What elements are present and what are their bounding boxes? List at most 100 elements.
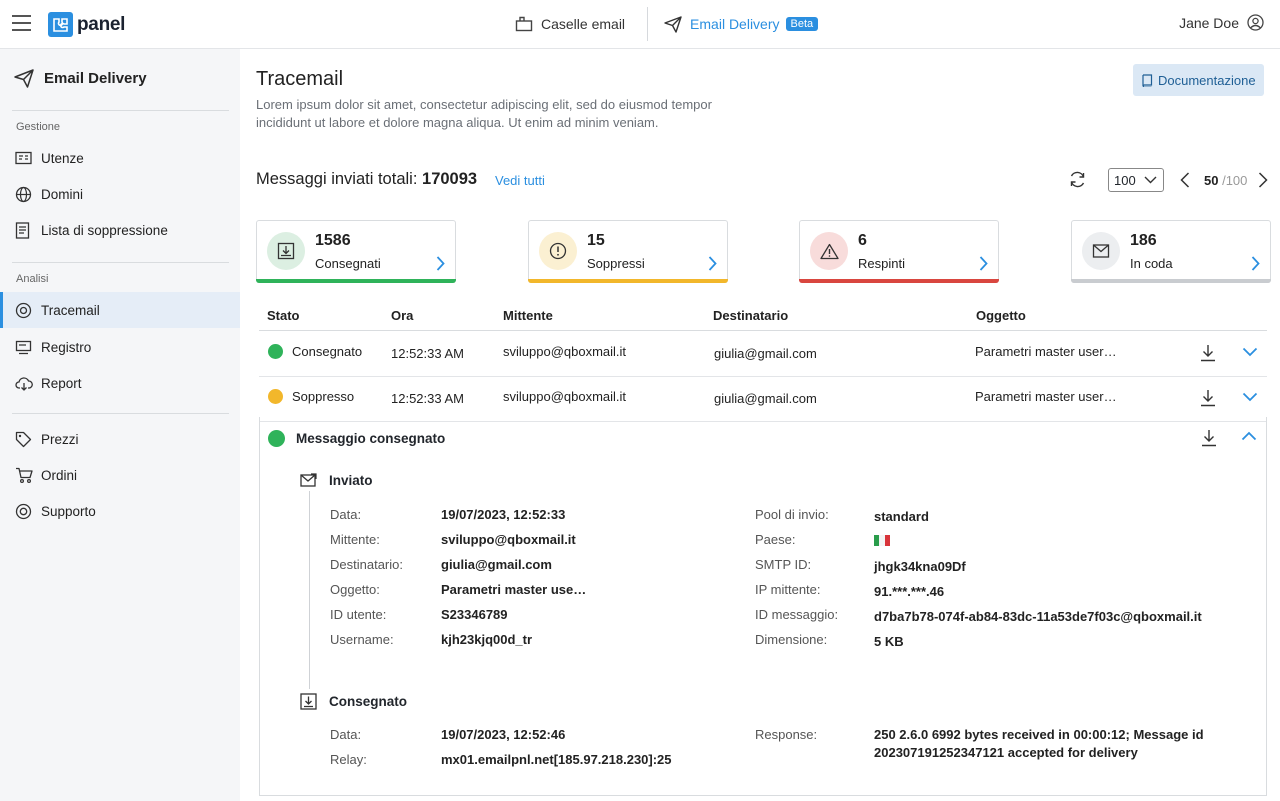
sidebar-item-label: Utenze bbox=[41, 150, 84, 166]
nav-mailboxes-label: Caselle email bbox=[541, 16, 626, 32]
sidebar-item-label: Ordini bbox=[41, 467, 78, 483]
chevron-right-icon bbox=[708, 256, 717, 271]
table-header: Stato Ora Mittente Destinatario Oggetto bbox=[259, 301, 1267, 331]
download-icon[interactable] bbox=[1200, 389, 1216, 407]
cloud-download-icon bbox=[15, 376, 33, 391]
column-header-sender[interactable]: Mittente bbox=[503, 308, 553, 323]
download-icon[interactable] bbox=[1200, 344, 1216, 362]
sidebar-item-domini[interactable]: Domini bbox=[0, 176, 240, 212]
chevron-up-icon[interactable] bbox=[1241, 431, 1257, 441]
field-value: kjh23kjq00d_tr bbox=[441, 632, 533, 647]
sidebar-title-label: Email Delivery bbox=[44, 70, 147, 87]
chevron-down-icon bbox=[1144, 176, 1157, 184]
logo-icon bbox=[48, 12, 73, 37]
table-row[interactable]: Consegnato 12:52:33 AM sviluppo@qboxmail… bbox=[259, 332, 1267, 377]
chevron-right-icon bbox=[1251, 256, 1260, 271]
menu-icon[interactable] bbox=[12, 15, 31, 31]
card-label: Soppressi bbox=[587, 256, 645, 271]
field-label: Username: bbox=[330, 632, 394, 647]
inbox-download-icon bbox=[300, 693, 317, 710]
card-status-bar bbox=[256, 279, 456, 283]
status-dot bbox=[268, 389, 283, 404]
card-delivered[interactable]: 1586 Consegnati bbox=[256, 220, 456, 283]
logo[interactable]: panel bbox=[48, 12, 125, 37]
exclamation-circle-icon bbox=[539, 232, 577, 270]
card-suppressed[interactable]: 15 Soppressi bbox=[528, 220, 728, 283]
logo-text: panel bbox=[77, 13, 126, 35]
detail-header[interactable]: Messaggio consegnato bbox=[268, 430, 445, 447]
refresh-icon[interactable] bbox=[1068, 170, 1087, 189]
mail-send-icon bbox=[300, 473, 317, 488]
sidebar-item-tracemail[interactable]: Tracemail bbox=[0, 292, 240, 328]
field-value: giulia@gmail.com bbox=[441, 557, 552, 572]
field-label: Relay: bbox=[330, 752, 367, 767]
row-time: 12:52:33 AM bbox=[391, 391, 464, 406]
user-menu[interactable]: Jane Doe bbox=[1179, 14, 1264, 31]
row-recipient: giulia@gmail.com bbox=[714, 346, 817, 361]
chevron-down-icon[interactable] bbox=[1242, 347, 1258, 357]
sidebar-item-supporto[interactable]: Supporto bbox=[0, 493, 240, 529]
total-pages: /100 bbox=[1222, 173, 1248, 188]
column-header-time[interactable]: Ora bbox=[391, 308, 413, 323]
chevron-down-icon[interactable] bbox=[1242, 392, 1258, 402]
delivered-details-right: Response: 250 2.6.0 6992 bytes received … bbox=[755, 726, 1255, 771]
step-delivered-title: Consegnato bbox=[329, 694, 408, 709]
sidebar-item-utenze[interactable]: Utenze bbox=[0, 140, 240, 176]
timeline-line bbox=[309, 491, 310, 689]
row-subject: Parametri master user… bbox=[975, 344, 1117, 359]
field-label: Response: bbox=[755, 727, 818, 742]
section-label-analisi: Analisi bbox=[16, 273, 49, 285]
sidebar-item-report[interactable]: Report bbox=[0, 365, 240, 401]
card-queued[interactable]: 186 In coda bbox=[1071, 220, 1271, 283]
row-status: Soppresso bbox=[268, 389, 354, 404]
row-time: 12:52:33 AM bbox=[391, 346, 464, 361]
column-header-status[interactable]: Stato bbox=[267, 308, 300, 323]
prev-page-icon[interactable] bbox=[1180, 172, 1190, 188]
response-line-2: 202307191252347121 accepted for delivery bbox=[874, 745, 1138, 760]
lifebuoy-icon bbox=[15, 503, 33, 520]
top-bar: panel Caselle email Email Delivery Beta … bbox=[0, 0, 1280, 49]
view-all-link[interactable]: Vedi tutti bbox=[495, 173, 545, 188]
row-subject: Parametri master user… bbox=[975, 389, 1117, 404]
step-delivered: Consegnato bbox=[300, 693, 407, 710]
nav-email-delivery[interactable]: Email Delivery Beta bbox=[664, 15, 819, 33]
sidebar-item-registro[interactable]: Registro bbox=[0, 329, 240, 365]
total-messages: Messaggi inviati totali: 170093 bbox=[256, 170, 477, 189]
pager-status: 50 /100 bbox=[1204, 173, 1247, 188]
field-label: Data: bbox=[330, 507, 362, 522]
card-label: Consegnati bbox=[315, 256, 381, 271]
field-label: SMTP ID: bbox=[755, 557, 812, 572]
user-avatar-icon bbox=[1247, 14, 1264, 31]
card-label: Respinti bbox=[858, 256, 905, 271]
card-label: In coda bbox=[1130, 256, 1173, 271]
next-page-icon[interactable] bbox=[1258, 172, 1268, 188]
field-value: mx01.emailpnl.net[185.97.218.230]:25 bbox=[441, 752, 672, 767]
mail-clock-icon bbox=[1082, 232, 1120, 270]
sidebar-divider bbox=[12, 110, 229, 111]
download-icon[interactable] bbox=[1201, 429, 1217, 447]
documentation-button[interactable]: Documentazione bbox=[1133, 64, 1264, 96]
per-page-select[interactable]: 100 bbox=[1108, 168, 1164, 192]
nav-email-delivery-label: Email Delivery bbox=[690, 16, 780, 32]
sidebar-item-label: Lista di soppressione bbox=[41, 222, 168, 238]
field-label: Mittente: bbox=[330, 532, 380, 547]
nav-mailboxes[interactable]: Caselle email bbox=[515, 16, 625, 32]
sidebar-item-lista-soppressione[interactable]: Lista di soppressione bbox=[0, 212, 240, 248]
sent-details-left: Data: 19/07/2023, 12:52:33 Mittente: svi… bbox=[330, 506, 730, 647]
message-detail-panel: Messaggio consegnato Inviato Data: 19/07… bbox=[259, 417, 1267, 796]
field-value: Parametri master use… bbox=[441, 582, 587, 597]
sidebar-item-label: Prezzi bbox=[41, 431, 79, 447]
card-status-bar bbox=[799, 279, 999, 283]
sidebar-item-label: Report bbox=[41, 375, 82, 391]
card-status-bar bbox=[1071, 279, 1271, 283]
card-bounced[interactable]: 6 Respinti bbox=[799, 220, 999, 283]
column-header-recipient[interactable]: Destinatario bbox=[713, 308, 788, 323]
chevron-right-icon bbox=[979, 256, 988, 271]
column-header-subject[interactable]: Oggetto bbox=[976, 308, 1026, 323]
sidebar-item-ordini[interactable]: Ordini bbox=[0, 457, 240, 493]
field-label: ID utente: bbox=[330, 607, 387, 622]
nav-divider bbox=[647, 7, 649, 41]
table-row[interactable]: Soppresso 12:52:33 AM sviluppo@qboxmail.… bbox=[259, 377, 1267, 422]
sidebar-item-prezzi[interactable]: Prezzi bbox=[0, 421, 240, 457]
current-page: 50 bbox=[1204, 173, 1219, 188]
